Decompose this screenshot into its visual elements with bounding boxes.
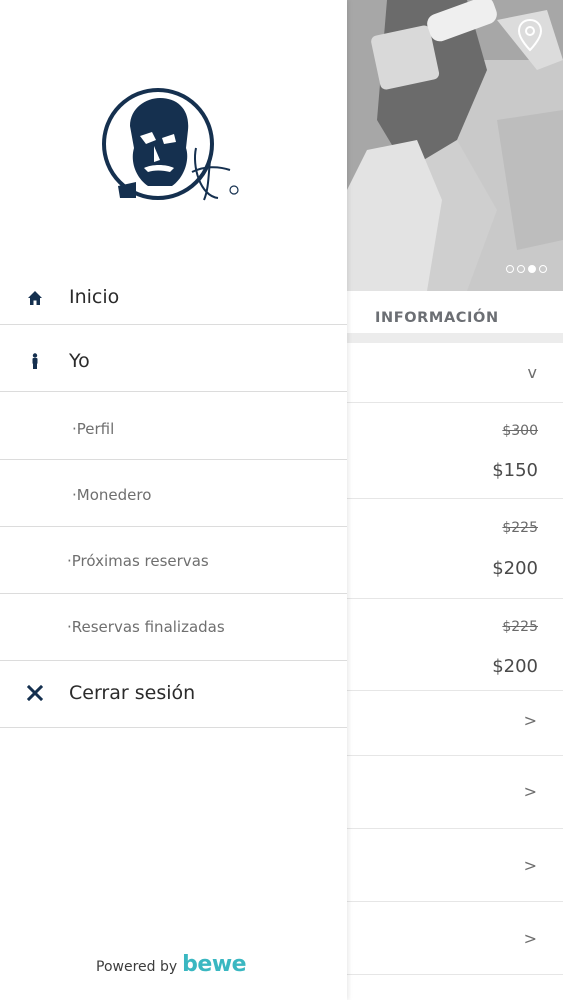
tab-informacion[interactable]: INFORMACIÓN <box>347 291 563 335</box>
menu-item-reservas-finalizadas[interactable]: ·Reservas finalizadas <box>0 594 347 661</box>
close-icon <box>27 685 43 701</box>
service-row[interactable]: > <box>347 829 563 902</box>
service-row[interactable]: $300 $150 <box>347 403 563 499</box>
powered-by-text: Powered by <box>96 959 178 975</box>
original-price: $225 <box>502 520 538 536</box>
menu-item-label: Yo <box>69 350 90 372</box>
tab-divider <box>347 333 563 343</box>
carousel-dot[interactable] <box>506 265 514 273</box>
menu-item-label: ·Próximas reservas <box>67 552 209 570</box>
chevron-down-icon: v <box>527 363 537 382</box>
service-row[interactable]: > <box>347 691 563 756</box>
menu-item-label: Inicio <box>69 286 120 308</box>
chevron-right-icon: > <box>523 856 537 875</box>
menu-item-proximas-reservas[interactable]: ·Próximas reservas <box>0 527 347 594</box>
menu-item-label: ·Monedero <box>72 486 152 504</box>
side-drawer: Inicio Yo ·Perfil ·Monedero ·Próximas re… <box>0 0 347 1000</box>
chevron-right-icon: > <box>523 711 537 730</box>
hero-image[interactable] <box>347 0 563 291</box>
brand-logo <box>102 88 239 201</box>
menu-item-cerrar-sesion[interactable]: Cerrar sesión <box>0 661 347 728</box>
original-price: $225 <box>502 619 538 635</box>
location-pin-icon[interactable] <box>516 18 544 52</box>
menu-item-inicio[interactable]: Inicio <box>0 271 347 325</box>
carousel-dot[interactable] <box>539 265 547 273</box>
original-price: $300 <box>502 423 538 439</box>
carousel-dot[interactable] <box>528 265 536 273</box>
menu-item-label: ·Perfil <box>72 420 115 438</box>
discounted-price: $150 <box>492 460 538 481</box>
menu-item-label: ·Reservas finalizadas <box>67 618 225 636</box>
menu-item-label: Cerrar sesión <box>69 682 196 704</box>
service-row[interactable]: $225 $200 <box>347 499 563 599</box>
carousel-dots[interactable] <box>506 265 547 273</box>
home-icon <box>28 291 42 305</box>
menu-item-monedero[interactable]: ·Monedero <box>0 460 347 527</box>
service-row[interactable]: > <box>347 902 563 975</box>
service-row[interactable]: v <box>347 343 563 403</box>
service-row[interactable]: $225 $200 <box>347 599 563 691</box>
discounted-price: $200 <box>492 558 538 579</box>
chevron-right-icon: > <box>523 929 537 948</box>
menu-item-perfil[interactable]: ·Perfil <box>0 392 347 460</box>
tab-informacion-label: INFORMACIÓN <box>375 310 499 326</box>
chevron-right-icon: > <box>523 782 537 801</box>
menu-item-yo[interactable]: Yo <box>0 325 347 392</box>
service-row[interactable]: > <box>347 756 563 829</box>
powered-by[interactable]: Powered by bewe <box>96 952 247 977</box>
discounted-price: $200 <box>492 656 538 677</box>
carousel-dot[interactable] <box>517 265 525 273</box>
background-screen: INFORMACIÓN v $300 $150 $225 $200 $225 $… <box>347 0 563 1000</box>
person-icon <box>32 353 38 369</box>
bewe-logo: bewe <box>182 952 247 977</box>
